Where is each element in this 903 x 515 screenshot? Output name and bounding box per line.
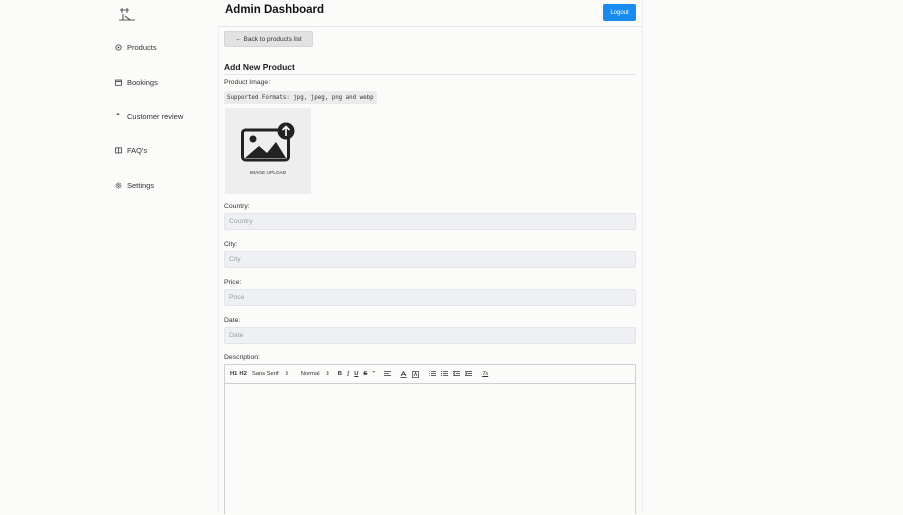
sidebar-item-products[interactable]: Products (114, 43, 157, 52)
font-size-select[interactable]: Normal ⇕ (301, 371, 330, 377)
font-family-value: Sans Serif (251, 371, 279, 377)
align-icon[interactable] (384, 371, 392, 377)
ordered-list-icon[interactable] (429, 371, 437, 377)
sidebar-item-label: Settings (127, 181, 155, 190)
clear-format-button[interactable]: Tx (482, 371, 488, 377)
price-field[interactable] (224, 289, 636, 306)
section-title: Add New Product (224, 62, 295, 72)
indent-decrease-icon[interactable] (453, 371, 461, 377)
logo-icon (119, 8, 135, 21)
sidebar-item-label: Customer review (127, 112, 184, 121)
sidebar-item-settings[interactable]: Settings (114, 181, 154, 190)
strike-button[interactable]: S (363, 371, 367, 377)
product-image-label: Product Image: (224, 79, 271, 86)
content-divider (642, 0, 643, 514)
country-field[interactable] (224, 213, 636, 230)
sidebar-item-customer-review[interactable]: “ Customer review (114, 112, 183, 121)
description-editor: H1 H2 Sans Serif ⇕ Normal ⇕ B I U S ” Tx (224, 364, 636, 514)
date-field[interactable] (224, 327, 636, 344)
font-size-value: Normal (300, 371, 320, 377)
price-label: Price: (224, 279, 242, 286)
image-upload-icon (241, 122, 295, 162)
background-color-icon[interactable] (412, 370, 420, 378)
date-label: Date: (224, 317, 241, 324)
sidebar-item-label: FAQ's (127, 146, 148, 155)
sidebar-item-bookings[interactable]: Bookings (114, 78, 158, 87)
indent-increase-icon[interactable] (465, 371, 473, 377)
description-textarea[interactable] (225, 384, 635, 515)
logout-button[interactable]: Logout (603, 4, 636, 21)
sidebar-item-faqs[interactable]: FAQ's (114, 146, 147, 155)
book-icon (114, 147, 122, 155)
calendar-icon (114, 79, 122, 87)
blockquote-button[interactable]: ” (372, 371, 375, 377)
city-label: City: (224, 241, 238, 248)
select-arrows-icon: ⇕ (325, 371, 330, 377)
image-upload-caption: IMAGE UPLOAD (249, 171, 287, 176)
city-field[interactable] (224, 251, 636, 268)
font-family-select[interactable]: Sans Serif ⇕ (252, 371, 289, 377)
italic-button[interactable]: I (347, 370, 349, 378)
bullet-list-icon[interactable] (441, 371, 449, 377)
underline-button[interactable]: U (354, 371, 358, 377)
sidebar: Products Bookings “ Customer review FAQ'… (0, 0, 218, 514)
editor-toolbar: H1 H2 Sans Serif ⇕ Normal ⇕ B I U S ” Tx (225, 365, 635, 384)
sidebar-item-label: Products (127, 43, 157, 52)
title-divider (224, 74, 636, 75)
back-to-products-button[interactable]: ← Back to products list (224, 31, 313, 47)
select-arrows-icon: ⇕ (284, 371, 289, 377)
description-label: Description: (224, 354, 260, 361)
country-label: Country: (224, 203, 250, 210)
heading-2-button[interactable]: H2 (239, 371, 246, 377)
image-upload-box[interactable]: IMAGE UPLOAD (225, 108, 311, 194)
text-color-icon[interactable] (400, 370, 407, 378)
page-title: Admin Dashboard (225, 4, 325, 16)
heading-1-button[interactable]: H1 (230, 371, 237, 377)
top-header: Admin Dashboard Logout (218, 0, 642, 27)
sidebar-divider (218, 0, 219, 514)
supported-formats-note: Supported Formats: jpg, jpeg, png and we… (224, 91, 377, 104)
quote-icon: “ (116, 113, 120, 120)
bold-button[interactable]: B (338, 371, 342, 377)
circle-dot-icon (114, 44, 122, 52)
gear-icon (114, 182, 122, 190)
sidebar-item-label: Bookings (127, 78, 158, 87)
